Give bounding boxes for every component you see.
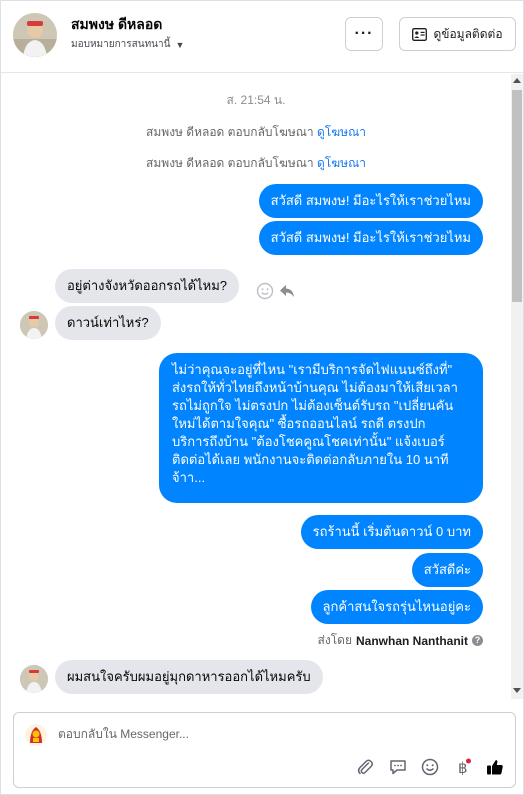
scrollbar-thumb[interactable] (512, 90, 522, 302)
view-contact-info-label: ดูข้อมูลติดต่อ (433, 26, 503, 41)
smiley-icon (421, 758, 439, 776)
paperclip-icon (357, 759, 373, 775)
contact-avatar[interactable] (13, 13, 57, 57)
more-options-button[interactable]: ··· (345, 17, 383, 51)
incoming-message[interactable]: อยู่ต่างจังหวัดออกรถได้ไหม? (55, 269, 240, 303)
react-emoji-icon[interactable] (256, 282, 274, 300)
sender-name: Nanwhan Nanthanit (355, 633, 468, 648)
contact-name[interactable]: สมพงษ ดีหลอด (71, 14, 162, 36)
message-line: ไม่ว่าคุณจะอยู่ที่ไหน "เรามีบริการจัดไฟแ… (172, 362, 453, 377)
view-contact-info-button[interactable]: ดูข้อมูลติดต่อ (399, 17, 516, 51)
outgoing-message-long[interactable]: ไม่ว่าคุณจะอยู่ที่ไหน "เรามีบริการจัดไฟแ… (159, 353, 483, 503)
message-timestamp: ส. 21:54 น. (226, 93, 286, 107)
caret-down-icon: ▼ (175, 39, 185, 50)
message-line: ใหม่ได้ตามใจคุณ" ซื้อรถออนไลน์ รถดี ตรงป… (172, 416, 426, 431)
sent-by-prefix: ส่งโดย (317, 633, 352, 647)
outgoing-message[interactable]: สวัสดี สมพงษ! มีอะไรให้เราช่วยไหม (258, 221, 483, 255)
messenger-conversation-panel: สมพงษ ดีหลอด มอบหมายการสนทนานี้ ▼ ··· ดู… (0, 0, 524, 795)
conversation-header: สมพงษ ดีหลอด มอบหมายการสนทนานี้ ▼ ··· ดู… (1, 1, 523, 73)
ad-reply-text: สมพงษ ดีหลอด ตอบกลับโฆษณา (146, 156, 314, 170)
contact-avatar-small (20, 665, 48, 693)
thumbs-up-icon (487, 760, 503, 775)
message-line: ส่งรถให้ทั่วไทยถึงหน้าบ้านคุณ ไม่ต้องมาใ… (172, 380, 458, 395)
sent-by-label: ส่งโดย Nanwhan Nanthanit ? (318, 631, 483, 650)
attach-button[interactable] (355, 757, 375, 777)
message-line: บริการถึงบ้าน "ต้องโชคคูณโชคเท่านั้น" แจ… (172, 434, 445, 449)
message-line: รถไม่ถูกใจ ไม่ตรงปก ไม่ต้องเซ็นต์รับรถ "… (172, 398, 454, 413)
assign-label: มอบหมายการสนทนานี้ (71, 39, 171, 50)
outgoing-message[interactable]: สวัสดีค่ะ (411, 553, 483, 587)
page-avatar (24, 723, 48, 747)
chat-bubble-icon (390, 760, 406, 775)
view-ad-link[interactable]: ดูโฆษณา (317, 125, 366, 139)
ad-reply-notice: สมพงษ ดีหลอด ตอบกลับโฆษณา ดูโฆษณา (1, 154, 511, 173)
incoming-message[interactable]: ผมสนใจครับผมอยู่มุกดาหารออกได้ไหมครับ (55, 660, 323, 694)
assign-conversation-dropdown[interactable]: มอบหมายการสนทนานี้ ▼ (71, 37, 184, 52)
outgoing-message[interactable]: สวัสดี สมพงษ! มีอะไรให้เราช่วยไหม (258, 184, 483, 218)
saved-replies-button[interactable] (388, 757, 408, 777)
scroll-down-arrow-icon[interactable] (513, 688, 521, 693)
outgoing-message[interactable]: ลูกค้าสนใจรถรุ่นไหนอยู่คะ (310, 590, 483, 624)
view-ad-link[interactable]: ดูโฆษณา (317, 156, 366, 170)
reply-input[interactable] (58, 727, 478, 741)
send-like-button[interactable] (485, 757, 505, 777)
baht-currency-icon: ฿ (458, 758, 471, 776)
contact-card-icon (412, 27, 428, 41)
message-line: ติดต่อได้เลย พนักงานจะติดต่อกลับภายใน 10… (172, 452, 449, 467)
more-icon: ··· (354, 25, 374, 42)
emoji-button[interactable] (420, 757, 440, 777)
scroll-up-arrow-icon[interactable] (513, 78, 521, 83)
reply-arrow-icon[interactable] (278, 282, 296, 300)
ad-reply-text: สมพงษ ดีหลอด ตอบกลับโฆษณา (146, 125, 314, 139)
incoming-message[interactable]: ดาวน์เท่าไหร่? (55, 306, 161, 340)
contact-avatar-small (20, 311, 48, 339)
message-list-scrollbar[interactable] (511, 74, 523, 699)
help-icon[interactable]: ? (472, 635, 483, 646)
ad-reply-notice: สมพงษ ดีหลอด ตอบกลับโฆษณา ดูโฆษณา (1, 123, 511, 142)
payment-button[interactable]: ฿ (453, 757, 473, 777)
message-line: จ้าา... (172, 470, 206, 485)
outgoing-message[interactable]: รถร้านนี้ เริ่มต้นดาวน์ 0 บาท (300, 515, 483, 549)
reply-composer: ฿ (13, 712, 516, 788)
message-list[interactable]: ส. 21:54 น. สมพงษ ดีหลอด ตอบกลับโฆษณา ดู… (1, 74, 511, 699)
